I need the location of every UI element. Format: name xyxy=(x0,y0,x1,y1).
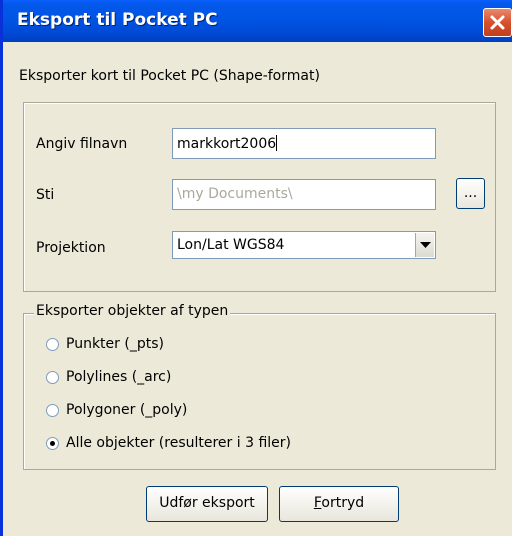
filename-value: markkort2006 xyxy=(177,136,277,152)
radio-polygons-label: Polygoner (_poly) xyxy=(66,402,188,418)
path-label: Sti xyxy=(36,187,55,203)
filename-label: Angiv filnavn xyxy=(36,136,128,152)
file-settings-group: Angiv filnavn markkort2006 Sti \my Docum… xyxy=(23,102,496,292)
radio-all-objects-label: Alle objekter (resulterer i 3 filer) xyxy=(66,435,291,451)
export-button-label: Udfør eksport xyxy=(159,495,255,511)
object-type-legend: Eksporter objekter af typen xyxy=(34,303,231,319)
intro-text: Eksporter kort til Pocket PC (Shape-form… xyxy=(19,68,320,84)
projection-value: Lon/Lat WGS84 xyxy=(177,237,285,253)
close-button[interactable] xyxy=(483,8,512,37)
object-type-group: Eksporter objekter af typen Punkter (_pt… xyxy=(23,303,496,470)
radio-circle[interactable] xyxy=(46,404,59,417)
browse-label: ... xyxy=(463,185,478,201)
window-title: Eksport til Pocket PC xyxy=(17,10,218,30)
projection-select[interactable]: Lon/Lat WGS84 xyxy=(172,231,436,259)
path-value: \my Documents\ xyxy=(177,186,293,202)
browse-button[interactable]: ... xyxy=(456,178,485,209)
export-dialog: Eksport til Pocket PC Eksporter kort til… xyxy=(0,0,512,536)
cancel-button[interactable]: Fortryd xyxy=(279,486,399,522)
text-caret xyxy=(276,135,278,151)
cancel-button-label: ortryd xyxy=(321,495,365,511)
title-bar[interactable]: Eksport til Pocket PC xyxy=(3,0,512,42)
close-icon xyxy=(490,15,505,30)
radio-circle[interactable] xyxy=(46,371,59,384)
radio-circle-selected[interactable] xyxy=(46,437,59,450)
radio-polylines-label: Polylines (_arc) xyxy=(66,369,172,385)
radio-circle[interactable] xyxy=(46,338,59,351)
projection-dropdown-button[interactable] xyxy=(415,233,434,257)
filename-field[interactable]: markkort2006 xyxy=(172,128,436,159)
chevron-down-icon xyxy=(420,242,431,248)
projection-label: Projektion xyxy=(36,240,106,256)
path-field: \my Documents\ xyxy=(172,179,436,210)
export-button[interactable]: Udfør eksport xyxy=(146,486,268,522)
radio-points-label: Punkter (_pts) xyxy=(66,336,164,352)
